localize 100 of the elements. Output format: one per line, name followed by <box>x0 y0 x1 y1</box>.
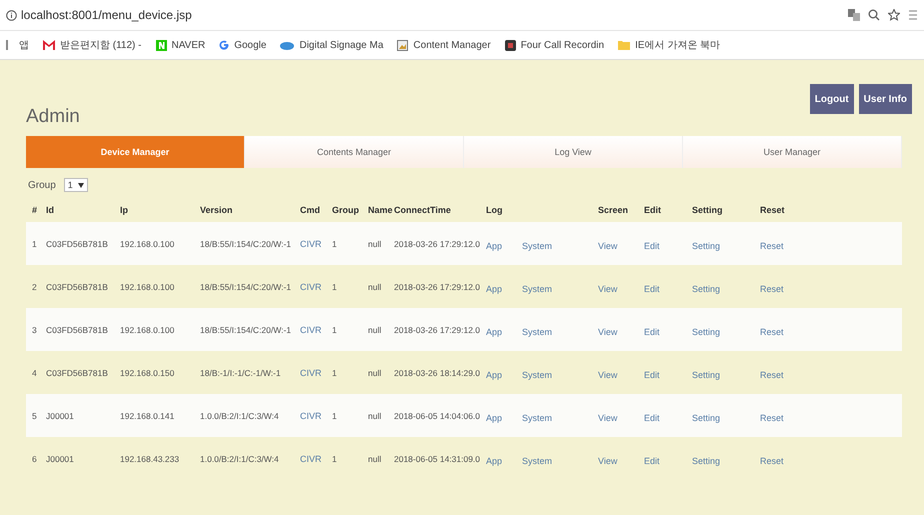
bookmark-link[interactable]: Content Manager <box>397 40 491 50</box>
table-cell-text: 3 <box>32 324 38 334</box>
column-header: # <box>32 205 38 215</box>
log-link[interactable]: App <box>486 326 522 336</box>
view-link[interactable]: View <box>598 326 644 336</box>
log-link[interactable]: App <box>486 456 522 466</box>
log-link[interactable]: System <box>522 412 598 422</box>
edit-link[interactable]: Edit <box>644 240 692 250</box>
cmd-link[interactable]: CIVR <box>300 410 332 420</box>
log-link[interactable]: System <box>522 240 598 250</box>
cmd-link[interactable]: CIVR <box>300 368 332 378</box>
table-cell-text: 192.168.0.100 <box>120 324 176 334</box>
star-icon[interactable] <box>888 9 900 21</box>
table-cell-text: C03FD56B781B <box>46 368 109 378</box>
setting-link[interactable]: Setting <box>692 284 760 294</box>
info-icon <box>6 10 17 20</box>
cmd-link[interactable]: CIVR <box>300 454 332 464</box>
bookmark-link[interactable]: NAVER <box>156 40 206 50</box>
log-link[interactable]: App <box>486 284 522 294</box>
table-cell-text: 2018-03-26 17:29:12.0 <box>394 282 482 292</box>
reset-link[interactable]: Reset <box>760 284 816 294</box>
table-cell-text: 192.168.0.141 <box>120 410 176 420</box>
bookmark-link[interactable]: 받은편지함 (112) - <box>43 38 142 52</box>
reset-link[interactable]: Reset <box>760 240 816 250</box>
setting-link[interactable]: Setting <box>692 412 760 422</box>
log-link[interactable]: System <box>522 284 598 294</box>
setting-link[interactable]: Setting <box>692 240 760 250</box>
log-link[interactable]: App <box>486 240 522 250</box>
table-cell-text: null <box>368 368 382 378</box>
table-cell-text: 2 <box>32 282 38 292</box>
table-cell-text: C03FD56B781B <box>46 282 109 292</box>
cmd-link[interactable]: CIVR <box>300 324 332 334</box>
table-cell-text: null <box>368 410 382 420</box>
table-cell-text: 1 <box>332 324 338 334</box>
header-button[interactable]: User Info <box>858 84 912 114</box>
cmd-link[interactable]: CIVR <box>300 238 332 248</box>
table-cell-text: null <box>368 238 382 248</box>
log-link[interactable]: App <box>486 412 522 422</box>
column-header: Ip <box>120 205 129 215</box>
table-cell-text: 6 <box>32 454 38 464</box>
folder-icon <box>618 40 630 50</box>
log-link[interactable]: System <box>522 370 598 380</box>
column-header: Name <box>368 205 394 215</box>
setting-link[interactable]: Setting <box>692 456 760 466</box>
dropdown-arrow-icon <box>78 182 84 188</box>
bookmark-link[interactable]: Google <box>219 40 266 50</box>
edit-link[interactable]: Edit <box>644 412 692 422</box>
setting-link[interactable]: Setting <box>692 370 760 380</box>
nav-tab[interactable]: Device Manager <box>26 136 245 168</box>
edit-link[interactable]: Edit <box>644 326 692 336</box>
header-button[interactable]: Logout <box>810 84 854 114</box>
log-link[interactable]: System <box>522 456 598 466</box>
table-cell-text: 18/B:55/I:154/C:20/W:-1 <box>200 282 292 292</box>
bookmark-link[interactable]: Digital Signage Ma <box>280 40 384 50</box>
reset-link[interactable]: Reset <box>760 456 816 466</box>
table-cell-text: 1 <box>332 454 338 464</box>
table-cell-text: 18/B:55/I:154/C:20/W:-1 <box>200 238 292 248</box>
bookmark-link[interactable]: Four Call Recordin <box>504 40 604 50</box>
column-header: Setting <box>692 205 724 215</box>
table-cell-text: 2018-06-05 14:04:06.0 <box>394 410 482 420</box>
table-cell-text: 1.0.0/B:2/I:1/C:3/W:4 <box>200 454 280 464</box>
table-cell-text: null <box>368 454 382 464</box>
mail-icon <box>43 40 55 50</box>
table-cell-text: 1 <box>332 238 338 248</box>
column-header: Cmd <box>300 205 321 215</box>
nav-tab[interactable]: User Manager <box>683 136 902 168</box>
edit-link[interactable]: Edit <box>644 284 692 294</box>
bookmark-link[interactable]: 앱 <box>6 38 29 52</box>
table-cell-text: 1 <box>332 368 338 378</box>
table-cell-text: 1 <box>32 238 38 248</box>
table-cell-text: 2018-03-26 17:29:12.0 <box>394 324 482 334</box>
bookmark-link[interactable]: IE에서 가져온 북마 <box>618 38 720 52</box>
column-header: Group <box>332 205 360 215</box>
reset-link[interactable]: Reset <box>760 412 816 422</box>
table-cell-text: 192.168.0.100 <box>120 238 176 248</box>
table-cell-text: J00001 <box>46 454 75 464</box>
table-cell-text: 192.168.0.150 <box>120 368 176 378</box>
view-link[interactable]: View <box>598 456 644 466</box>
setting-link[interactable]: Setting <box>692 326 760 336</box>
zoom-icon[interactable] <box>868 9 880 21</box>
view-link[interactable]: View <box>598 370 644 380</box>
cmd-link[interactable]: CIVR <box>300 282 332 292</box>
table-cell-text: 5 <box>32 410 38 420</box>
log-link[interactable]: System <box>522 326 598 336</box>
log-link[interactable]: App <box>486 370 522 380</box>
reset-link[interactable]: Reset <box>760 326 816 336</box>
column-header: Version <box>200 205 234 215</box>
edit-link[interactable]: Edit <box>644 370 692 380</box>
nav-tab[interactable]: Log View <box>464 136 683 168</box>
view-link[interactable]: View <box>598 412 644 422</box>
group-select[interactable]: 1 <box>64 178 88 192</box>
column-header: Edit <box>644 205 662 215</box>
reset-link[interactable]: Reset <box>760 370 816 380</box>
nav-tab[interactable]: Contents Manager <box>245 136 464 168</box>
view-link[interactable]: View <box>598 284 644 294</box>
edit-link[interactable]: Edit <box>644 456 692 466</box>
picture-frame-icon <box>397 40 408 50</box>
translate-icon[interactable] <box>848 9 860 21</box>
table-cell-text: null <box>368 282 382 292</box>
view-link[interactable]: View <box>598 240 644 250</box>
